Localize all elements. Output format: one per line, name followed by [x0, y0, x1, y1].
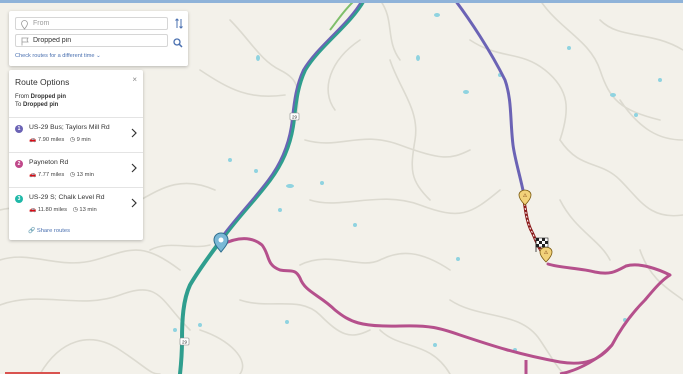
route-name: US-29 S; Chalk Level Rd [29, 194, 105, 201]
route-distance: 7.77 miles [37, 172, 65, 178]
svg-text:⚠: ⚠ [523, 193, 528, 199]
from-summary-value: Dropped pin [30, 94, 67, 100]
route-time: 13 min [79, 207, 97, 213]
to-summary-label: To [15, 102, 22, 108]
route-meta: 🚗 11.80 miles ◷ 13 min [29, 207, 97, 213]
search-icon [173, 38, 183, 48]
route-number-badge: 1 [15, 125, 23, 133]
location-pin-icon [20, 18, 29, 31]
route-name: US-29 Bus; Taylors Mill Rd [29, 124, 110, 131]
road-shield-29-north: 29 [289, 112, 300, 121]
route-options-panel: Route Options × From Dropped pin To Drop… [9, 70, 143, 240]
svg-text:⚠: ⚠ [544, 250, 549, 256]
route-option-2[interactable]: 2 Payneton Rd 🚗 7.77 miles ◷ 13 min [9, 152, 143, 187]
clock-icon: ◷ [69, 172, 75, 178]
road-shield-29-south: 29 [179, 337, 190, 346]
to-summary-value: Dropped pin [23, 102, 59, 108]
svg-text:29: 29 [292, 115, 298, 120]
car-icon: 🚗 [29, 172, 37, 178]
chevron-right-icon [131, 163, 137, 173]
route-distance: 7.90 miles [37, 137, 65, 143]
share-routes-link[interactable]: 🔗 Share routes [28, 228, 70, 234]
route-time: 9 min [76, 137, 91, 143]
from-field[interactable] [15, 17, 168, 30]
to-input[interactable] [33, 35, 163, 46]
swap-arrows-icon [175, 18, 183, 29]
check-different-time-link[interactable]: Check routes for a different time ⌄ [15, 53, 101, 59]
from-summary-label: From [15, 94, 29, 100]
route-number-badge: 3 [15, 195, 23, 203]
clock-icon: ◷ [72, 207, 78, 213]
svg-text:29: 29 [182, 340, 188, 345]
route-number-badge: 2 [15, 160, 23, 168]
swap-direction-button[interactable] [174, 18, 184, 30]
route-time: 13 min [76, 172, 94, 178]
car-icon: 🚗 [29, 137, 37, 143]
panel-title: Route Options [15, 77, 70, 87]
share-routes-label: Share routes [36, 228, 71, 234]
route-meta: 🚗 7.77 miles ◷ 13 min [29, 172, 94, 178]
directions-search-box: Check routes for a different time ⌄ [9, 11, 188, 66]
check-different-time-label: Check routes for a different time [15, 53, 95, 59]
flag-icon [20, 35, 29, 48]
link-icon: 🔗 [28, 228, 36, 234]
route-name: Payneton Rd [29, 159, 69, 166]
chevron-right-icon [131, 198, 137, 208]
search-button[interactable] [173, 35, 185, 48]
from-summary: From Dropped pin [15, 94, 66, 100]
to-field[interactable] [15, 34, 168, 47]
chevron-right-icon [131, 128, 137, 138]
route-option-3[interactable]: 3 US-29 S; Chalk Level Rd 🚗 11.80 miles … [9, 187, 143, 222]
route-meta: 🚗 7.90 miles ◷ 9 min [29, 137, 91, 143]
route-distance: 11.80 miles [37, 207, 68, 213]
close-panel-button[interactable]: × [132, 75, 137, 84]
from-input[interactable] [33, 18, 163, 29]
top-border [0, 0, 683, 3]
clock-icon: ◷ [69, 137, 75, 143]
car-icon: 🚗 [29, 207, 37, 213]
to-summary: To Dropped pin [15, 102, 58, 108]
chevron-down-icon: ⌄ [96, 53, 101, 59]
route-option-1[interactable]: 1 US-29 Bus; Taylors Mill Rd 🚗 7.90 mile… [9, 117, 143, 152]
